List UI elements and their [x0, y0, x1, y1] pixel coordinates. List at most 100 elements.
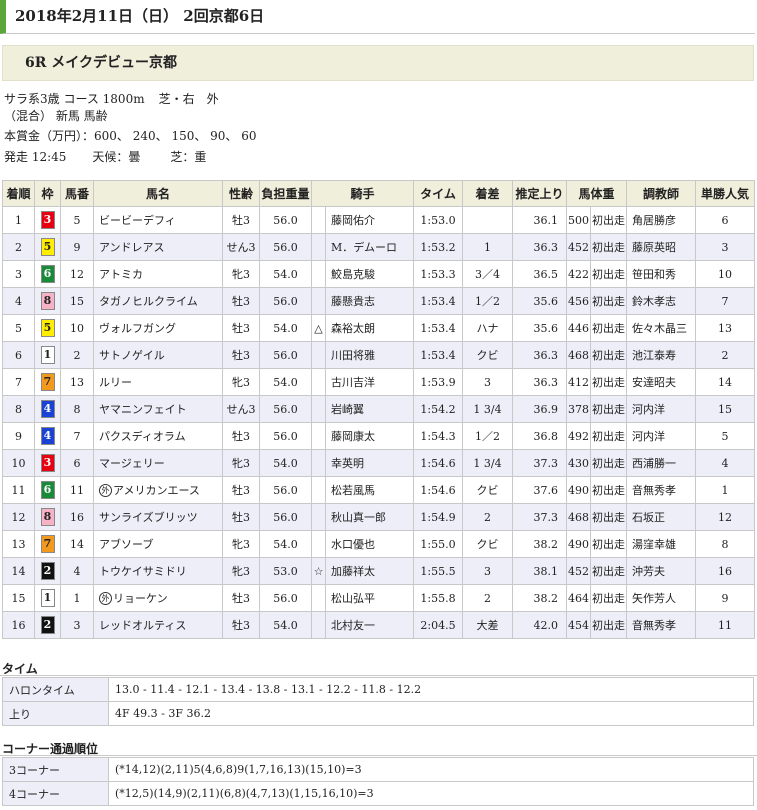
result-body-weight: 378: [566, 395, 592, 423]
surface-info: 芝・右 外: [158, 92, 219, 106]
result-body-weight-diff: 初出走: [590, 530, 628, 558]
result-popularity: 8: [695, 530, 756, 558]
weather: 天候：曇: [92, 150, 141, 164]
result-weight: 54.0: [259, 368, 312, 396]
result-margin: 1: [462, 233, 514, 261]
result-sex-age: 牡3: [222, 503, 260, 531]
result-horse-number: 13: [60, 368, 94, 396]
result-body-weight-diff: 初出走: [590, 449, 628, 477]
result-horse-name: タガノヒルクライム: [93, 287, 223, 315]
result-position: 14: [2, 557, 35, 585]
last-furlong-row: 上り 4F 49.3 - 3F 36.2: [2, 701, 754, 726]
result-horse-name: パクスディオラム: [93, 422, 223, 450]
result-time: 1:54.6: [413, 449, 464, 477]
result-popularity: 4: [695, 449, 756, 477]
result-sex-age: 牡3: [222, 584, 260, 612]
result-body-weight-diff: 初出走: [590, 233, 628, 261]
result-body-weight: 468: [566, 503, 592, 531]
result-body-weight-diff: 初出走: [590, 476, 628, 504]
result-trainer: 河内洋: [626, 422, 697, 450]
result-trainer: 沖芳夫: [626, 557, 697, 585]
result-horse-name: 外リョーケン: [93, 584, 223, 612]
result-trainer: 石坂正: [626, 503, 697, 531]
header-sex-age: 性齢: [222, 180, 260, 207]
result-row: 10 3 6 マージェリー 牝3 54.0 幸英明 1:54.6 1 3/4 37.3 430 初出走…: [2, 449, 756, 477]
result-waku: 2: [34, 611, 61, 639]
result-time: 1:53.9: [413, 368, 464, 396]
result-last-3f: 36.3: [512, 233, 568, 261]
result-popularity: 16: [695, 557, 756, 585]
result-position: 6: [2, 341, 35, 369]
waku-badge: 7: [40, 535, 55, 553]
result-horse-number: 2: [60, 341, 94, 369]
horse-name-text: アメリカンエース: [113, 484, 200, 497]
result-jockey: 藤懸貴志: [324, 287, 415, 315]
result-row: 1 3 5 ビービーデフィ 牡3 56.0 藤岡佑介 1:53.0 36.1 500 初出走 角居勝彦…: [2, 206, 756, 234]
result-body-weight: 464: [566, 584, 592, 612]
last-label: 上り: [2, 701, 109, 726]
result-margin: 2: [462, 584, 514, 612]
corner-3-value: (*14,12)(2,11)5(4,6,8)9(1,7,16,13)(15,10…: [108, 757, 754, 782]
result-time: 1:55.0: [413, 530, 464, 558]
result-position: 1: [2, 206, 35, 234]
result-horse-name: アブソーブ: [93, 530, 223, 558]
result-jockey: 秋山真一郎: [324, 503, 415, 531]
header-jockey: 騎手: [310, 180, 415, 207]
result-row: 14 2 4 トウケイサミドリ 牝3 53.0 ☆ 加藤祥太 1:55.5 3 38.1 452 初出走…: [2, 557, 756, 585]
result-jockey: 藤岡佑介: [324, 206, 415, 234]
corner-3-label: 3コーナー: [2, 757, 109, 782]
waku-badge: 3: [40, 211, 55, 229]
result-apprentice-mark: [311, 476, 326, 504]
header-horse-name: 馬名: [93, 180, 223, 207]
result-sex-age: 牡3: [222, 341, 260, 369]
corner-4-value: (*12,5)(14,9)(2,11)(6,8)(4,7,13)(1,15,16…: [108, 781, 754, 806]
result-apprentice-mark: [311, 584, 326, 612]
result-body-weight-diff: 初出走: [590, 314, 628, 342]
track-condition: 芝：重: [170, 150, 207, 164]
result-horse-number: 16: [60, 503, 94, 531]
result-weight: 56.0: [259, 476, 312, 504]
horse-name-text: リョーケン: [113, 592, 168, 605]
result-waku: 5: [34, 233, 61, 261]
result-horse-number: 11: [60, 476, 94, 504]
result-popularity: 6: [695, 206, 756, 234]
result-horse-number: 6: [60, 449, 94, 477]
result-margin: 大差: [462, 611, 514, 639]
result-last-3f: 37.3: [512, 449, 568, 477]
result-trainer: 音無秀孝: [626, 476, 697, 504]
result-last-3f: 37.3: [512, 503, 568, 531]
result-sex-age: 牝3: [222, 530, 260, 558]
result-apprentice-mark: [311, 422, 326, 450]
result-last-3f: 35.6: [512, 287, 568, 315]
last-value: 4F 49.3 - 3F 36.2: [108, 701, 754, 726]
results-table: 着順 枠 馬番 馬名 性齢 負担重量 騎手 タイム 着差 推定上り 馬体重 調教…: [2, 180, 756, 639]
waku-badge: 3: [40, 454, 55, 472]
result-trainer: 西浦勝一: [626, 449, 697, 477]
furlong-value: 13.0 - 11.4 - 12.1 - 13.4 - 13.8 - 13.1 …: [108, 677, 754, 702]
result-body-weight: 454: [566, 611, 592, 639]
waku-badge: 1: [40, 346, 55, 364]
result-body-weight: 456: [566, 287, 592, 315]
waku-badge: 8: [40, 508, 55, 526]
result-popularity: 11: [695, 611, 756, 639]
result-weight: 56.0: [259, 422, 312, 450]
result-weight: 54.0: [259, 530, 312, 558]
result-time: 2:04.5: [413, 611, 464, 639]
result-jockey: 岩崎翼: [324, 395, 415, 423]
result-apprentice-mark: [311, 449, 326, 477]
result-row: 16 2 3 レッドオルティス 牡3 54.0 北村友一 2:04.5 大差 42.0 454 初出走…: [2, 611, 756, 639]
result-trainer: 矢作芳人: [626, 584, 697, 612]
result-row: 7 7 13 ルリー 牝3 54.0 古川吉洋 1:53.9 3 36.3 412 初出走 安達昭夫 14: [2, 368, 756, 396]
result-horse-name: ヴォルフガング: [93, 314, 223, 342]
result-sex-age: 牝3: [222, 449, 260, 477]
result-time: 1:55.5: [413, 557, 464, 585]
result-apprentice-mark: [311, 206, 326, 234]
result-weight: 54.0: [259, 260, 312, 288]
result-row: 8 4 8 ヤマニンフェイト せん3 56.0 岩崎翼 1:54.2 1 3/4 36.9 378 初…: [2, 395, 756, 423]
corner-table: 3コーナー (*14,12)(2,11)5(4,6,8)9(1,7,16,13)…: [2, 757, 754, 806]
result-margin: クビ: [462, 476, 514, 504]
prize-money: 本賞金（万円）：600、 240、 150、 90、 60: [4, 129, 257, 143]
result-apprentice-mark: △: [311, 314, 326, 342]
result-jockey: 松山弘平: [324, 584, 415, 612]
result-position: 4: [2, 287, 35, 315]
